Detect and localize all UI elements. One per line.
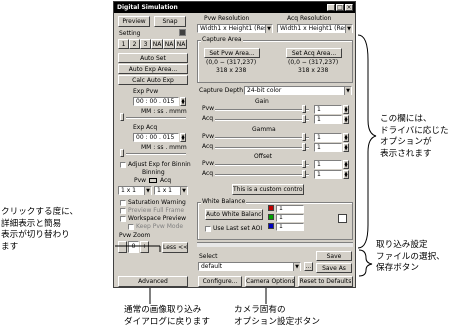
options-annotation: この欄には、 ドライバに応じた オプションが 表示されます (380, 114, 449, 160)
annotation-line: 詳細表示と簡易 (1, 218, 62, 229)
camera-annotation: カメラ固有の オプション設定ボタン (234, 305, 320, 328)
annotation-line: この欄には、 (380, 114, 432, 124)
annotation-line: ダイアログに戻ります (124, 316, 210, 327)
annotation-line: ドライバに応じた (380, 125, 449, 136)
annotation-line: クリックする度に、 (1, 207, 79, 217)
annotation-line: ファイルの選択、 (376, 251, 445, 262)
options-bracket (357, 34, 377, 249)
annotation-line: 保存ボタン (376, 263, 419, 273)
save-annotation: 取り込み設定 ファイルの選択、 保存ボタン (376, 240, 445, 275)
annotation-line: オプション設定ボタン (234, 316, 320, 327)
dialog-annotation: 通常の画像取り込み ダイアログに戻ります (124, 305, 210, 328)
annotation-line: ます (1, 241, 19, 252)
annotation-line: 表示が切り替わり (1, 230, 70, 240)
annotation-line: カメラ固有の (234, 305, 286, 315)
annotation-lines (115, 34, 377, 304)
annotation-line: 取り込み設定 (376, 240, 428, 250)
annotation-line: オプションが (380, 137, 432, 147)
save-bracket (358, 249, 373, 277)
annotation-line: 表示されます (380, 148, 432, 159)
annotation-line: 通常の画像取り込み (124, 305, 202, 315)
toggle-annotation: クリックする度に、 詳細表示と簡易 表示が切り替わり ます (1, 207, 78, 253)
